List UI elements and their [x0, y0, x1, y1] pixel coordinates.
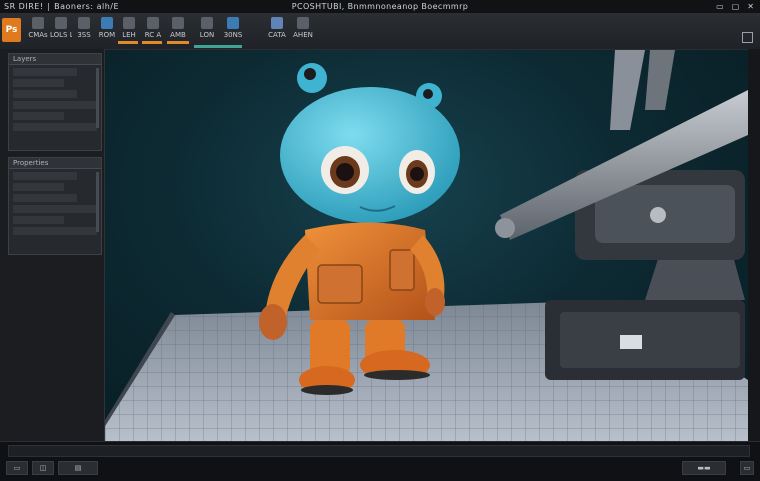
layer-row[interactable] — [13, 101, 97, 109]
properties-panel-header: Properties — [9, 158, 101, 169]
status-button-3[interactable]: ▤ — [58, 461, 98, 475]
app-logo-icon[interactable]: Ps — [2, 18, 21, 42]
active-indicator-2 — [142, 41, 162, 44]
tool-button-8[interactable]: LON — [196, 16, 218, 46]
render-viewport[interactable] — [105, 49, 748, 442]
tool-button-2[interactable]: LOLS L0 — [50, 16, 72, 46]
tool-9-icon — [227, 17, 239, 29]
tool-2-icon — [55, 17, 67, 29]
active-indicator-3 — [167, 41, 189, 44]
property-row[interactable] — [13, 194, 78, 202]
close-icon[interactable]: ✕ — [747, 0, 754, 13]
tool-6-icon — [147, 17, 159, 29]
tool-button-3[interactable]: 3SS — [73, 16, 95, 46]
progress-indicator — [194, 45, 242, 48]
layer-row[interactable] — [13, 68, 78, 76]
title-bar: SR DIRE! ∣ Baoners: alh/E PCOSHTUBI, Bnm… — [0, 0, 760, 13]
status-button-2[interactable]: ◫ — [32, 461, 54, 475]
property-row[interactable] — [13, 172, 78, 180]
layers-panel: Layers — [8, 53, 102, 151]
layers-panel-header: Layers — [9, 54, 101, 65]
panel-toggle-icon[interactable] — [742, 32, 753, 43]
tool-11-icon — [297, 17, 309, 29]
status-button-1[interactable]: ▭ — [6, 461, 28, 475]
tool-button-9[interactable]: 30NS — [222, 16, 244, 46]
tool-button-11[interactable]: AHEN — [292, 16, 314, 46]
layer-row[interactable] — [13, 112, 64, 120]
property-row[interactable] — [13, 216, 64, 224]
tool-1-icon — [32, 17, 44, 29]
tool-4-icon — [101, 17, 113, 29]
tool-7-icon — [172, 17, 184, 29]
property-row[interactable] — [13, 205, 97, 213]
property-row[interactable] — [13, 183, 64, 191]
tool-button-4[interactable]: ROM — [96, 16, 118, 46]
tool-3-icon — [78, 17, 90, 29]
active-indicator — [118, 41, 138, 44]
timeline-track[interactable] — [8, 445, 750, 457]
tool-button-10[interactable]: CATA — [266, 16, 288, 46]
property-row[interactable] — [13, 227, 97, 235]
tool-10-icon — [271, 17, 283, 29]
status-bar: ▭ ◫ ▤ ▬▬ ▭ — [0, 441, 760, 481]
zoom-control[interactable]: ▬▬ — [682, 461, 726, 475]
window-title: PCOSHTUBI, Bnmmnoneanop Boecmmrp — [291, 2, 469, 11]
layer-row[interactable] — [13, 79, 64, 87]
layers-scrollbar[interactable] — [96, 68, 99, 128]
tool-5-icon — [123, 17, 135, 29]
properties-scrollbar[interactable] — [96, 172, 99, 232]
fit-view-button[interactable]: ▭ — [740, 461, 754, 475]
layer-row[interactable] — [13, 123, 97, 131]
tool-8-icon — [201, 17, 213, 29]
tool-button-1[interactable]: CMAs — [27, 16, 49, 46]
right-scroll-strip[interactable] — [748, 49, 760, 441]
layer-row[interactable] — [13, 90, 78, 98]
maximize-icon[interactable]: ▢ — [732, 0, 740, 13]
left-panel: Layers Properties — [0, 49, 105, 441]
main-toolbar: Ps CMAs LOLS L0 3SS ROM LEH RC A AMB LON… — [0, 13, 760, 50]
properties-panel: Properties — [8, 157, 102, 255]
scene-render — [105, 50, 748, 442]
window-controls: ▭ ▢ ✕ — [716, 0, 754, 13]
minimize-icon[interactable]: ▭ — [716, 0, 724, 13]
